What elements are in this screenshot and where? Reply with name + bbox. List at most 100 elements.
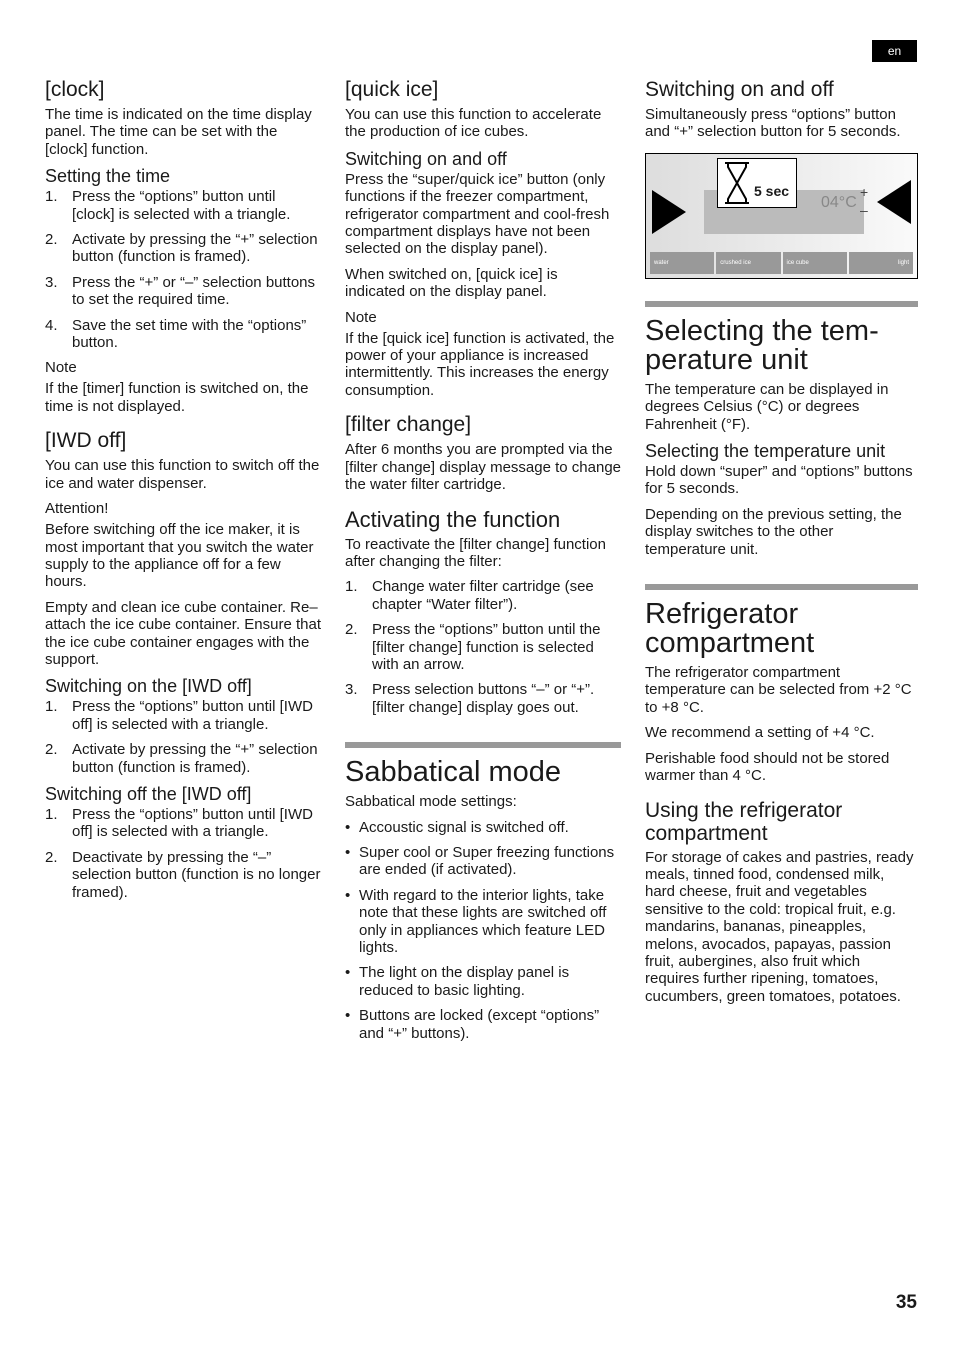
list-item: • The light on the display panel is reduc… xyxy=(345,964,621,999)
column-3: Switching on and off Simultaneously pres… xyxy=(645,78,918,1013)
crushed-ice-button: crushed ice xyxy=(716,251,781,274)
list-number: 2. xyxy=(45,741,58,759)
unit-text2: Hold down “super” and “options” buttons … xyxy=(645,463,913,498)
quick-ice-onoff-heading: Switching on and off xyxy=(345,148,507,169)
sabbatical-intro: Sabbatical mode settings: xyxy=(345,793,517,811)
iwd-off-heading: Switching off the [IWD off] xyxy=(45,783,252,804)
bullet-icon: • xyxy=(345,818,351,836)
temperature-unit-heading: Selecting the tem­perature unit xyxy=(645,314,879,376)
list-number: 1. xyxy=(45,805,58,823)
note-label: Note xyxy=(45,359,77,377)
list-number: 1. xyxy=(345,578,358,596)
bullet-icon: • xyxy=(345,1007,351,1025)
list-item-text: The light on the display panel is reduce… xyxy=(359,964,570,999)
using-fridge-heading: Using the refrigerator compartment xyxy=(645,798,843,845)
list-item-text: Save the set time with the “options” but… xyxy=(72,316,307,352)
sabbatical-heading: Sabbatical mode xyxy=(345,756,562,789)
list-number: 4. xyxy=(45,316,58,334)
list-item: 1. Press the “options” button until [IWD … xyxy=(45,806,321,841)
setting-time-heading: Setting the time xyxy=(45,166,171,187)
note-label: Note xyxy=(345,308,377,326)
list-item-text: Deactivate by pressing the “–” selection… xyxy=(72,848,321,901)
quick-ice-text2: Press the “super/quick ice” button (only… xyxy=(345,170,610,258)
ice-cube-button: ice cube xyxy=(782,251,847,274)
list-item: 4. Save the set time with the “options” b… xyxy=(45,317,321,352)
bullet-icon: • xyxy=(345,964,351,982)
list-item: • Accoustic signal is switched off. xyxy=(345,819,621,836)
unit-text3: Depending on the previous setting, the d… xyxy=(645,505,902,558)
fridge-text: The refrigerator compartment temperature… xyxy=(645,664,912,716)
list-item-text: Change water filter cartridge (see chapt… xyxy=(372,578,594,613)
plus-button-illustration: + xyxy=(860,183,869,200)
fridge-text3: Perishable food should not be stored war… xyxy=(645,749,890,785)
attention-text: Before switching off the ice maker, it i… xyxy=(45,521,314,591)
fridge-text2: We recommend a setting of +4 °C. xyxy=(645,724,875,742)
section-rule xyxy=(345,742,621,749)
clock-heading: [clock] xyxy=(45,78,105,101)
fridge-text4: For storage of cakes and pastries, ready… xyxy=(645,848,914,1005)
list-item: 1. Press the “options” button until [cloc… xyxy=(45,188,321,223)
section-rule xyxy=(645,584,918,591)
list-item: • Super cool or Super freezing functions … xyxy=(345,844,621,879)
bullet-icon: • xyxy=(345,843,351,861)
iwd-heading: [IWD off] xyxy=(45,429,127,453)
page: en [clock] The time is indicated on the … xyxy=(0,0,954,1350)
list-item-text: Super cool or Super freezing functions a… xyxy=(359,843,615,879)
arrow-right-icon xyxy=(652,189,686,234)
list-item-text: Press the “options” button until [IWD of… xyxy=(72,698,313,733)
list-item-text: Buttons are locked (except “options” and… xyxy=(359,1007,600,1042)
section-rule xyxy=(645,300,918,307)
language-badge: en xyxy=(872,40,917,62)
page-number: 35 xyxy=(895,1292,917,1313)
list-number: 3. xyxy=(345,681,358,699)
list-number: 2. xyxy=(345,621,358,639)
list-item-text: Press the “options” button until the [fi… xyxy=(372,621,601,673)
clock-text: The time is indicated on the time dis­pl… xyxy=(45,106,312,158)
list-item: 3. Press selection buttons “–” or “+”. [f… xyxy=(345,681,621,716)
list-item: • With regard to the interior lights, tak… xyxy=(345,887,621,957)
iwd-on-steps: 1. Press the “options” button until [IWD … xyxy=(45,698,321,776)
iwd-off-steps: 1. Press the “options” button until [IWD … xyxy=(45,806,321,901)
unit-text: The temperature can be displayed in degr… xyxy=(645,380,889,433)
arrow-left-icon xyxy=(877,179,911,224)
list-item-text: Press selection buttons “–” or “+”. [fil… xyxy=(372,681,595,716)
attention-label: Attention! xyxy=(45,500,109,518)
iwd-text: You can use this function to switch off … xyxy=(45,457,320,492)
bullet-icon: • xyxy=(345,886,351,904)
iwd-on-heading: Switching on the [IWD off] xyxy=(45,676,252,697)
clock-steps: 1. Press the “options” button until [cloc… xyxy=(45,188,321,351)
list-number: 2. xyxy=(45,231,58,249)
quick-ice-text: You can use this function to accelerate … xyxy=(345,106,602,141)
list-item: 1. Press the “options” button until [IWD … xyxy=(45,698,321,733)
list-item-text: Press the “options” button until [IWD of… xyxy=(72,805,313,841)
filter-steps: 1. Change water filter cartridge (see cha… xyxy=(345,578,621,716)
clock-note: If the [timer] function is switched on, … xyxy=(45,380,309,415)
quick-ice-note: If the [quick ice] function is activated… xyxy=(345,329,615,399)
list-item-text: Activate by pressing the “+” selection b… xyxy=(72,741,318,776)
timer-label: 5 sec xyxy=(754,182,790,199)
list-item: 3. Press the “+” or “–” selection buttons… xyxy=(45,274,321,309)
list-item: 2. Activate by pressing the “+” selection… xyxy=(45,741,321,776)
fridge-heading: Refrigerator compartment xyxy=(645,598,815,660)
column-1: [clock] The time is indicated on the tim… xyxy=(45,78,321,909)
column-2: [quick ice] You can use this function to… xyxy=(345,78,621,1050)
onoff-text: Simultaneously press “options” button an… xyxy=(645,106,901,141)
dispenser-buttons: water crushed ice ice cube light xyxy=(650,251,913,274)
list-number: 2. xyxy=(45,848,58,866)
list-item-text: Accoustic signal is switched off. xyxy=(359,818,569,836)
filter-text2: To reactivate the [filter change] functi… xyxy=(345,535,606,570)
list-item-text: Activate by pressing the “+” selection b… xyxy=(72,231,318,266)
sabbatical-bullets: • Accoustic signal is switched off. • Super… xyxy=(345,819,621,1042)
quick-ice-heading: [quick ice] xyxy=(345,78,439,101)
filter-heading: [filter change] xyxy=(345,413,472,437)
list-number: 1. xyxy=(45,698,58,716)
list-number: 3. xyxy=(45,273,58,291)
list-number: 1. xyxy=(45,188,58,206)
list-item-text: With regard to the interior lights, take… xyxy=(359,886,607,956)
unit-sub-heading: Selecting the temperature unit xyxy=(645,441,886,462)
list-item: 1. Change water filter cartridge (see cha… xyxy=(345,578,621,613)
list-item-text: Press the “+” or “–” selection buttons t… xyxy=(72,273,316,309)
control-panel-illustration: 04°C + – 5 sec water crushed ice ice cub… xyxy=(645,152,918,279)
list-item: 2. Press the “options” button until the [… xyxy=(345,621,621,673)
onoff-heading: Switching on and off xyxy=(645,78,834,101)
